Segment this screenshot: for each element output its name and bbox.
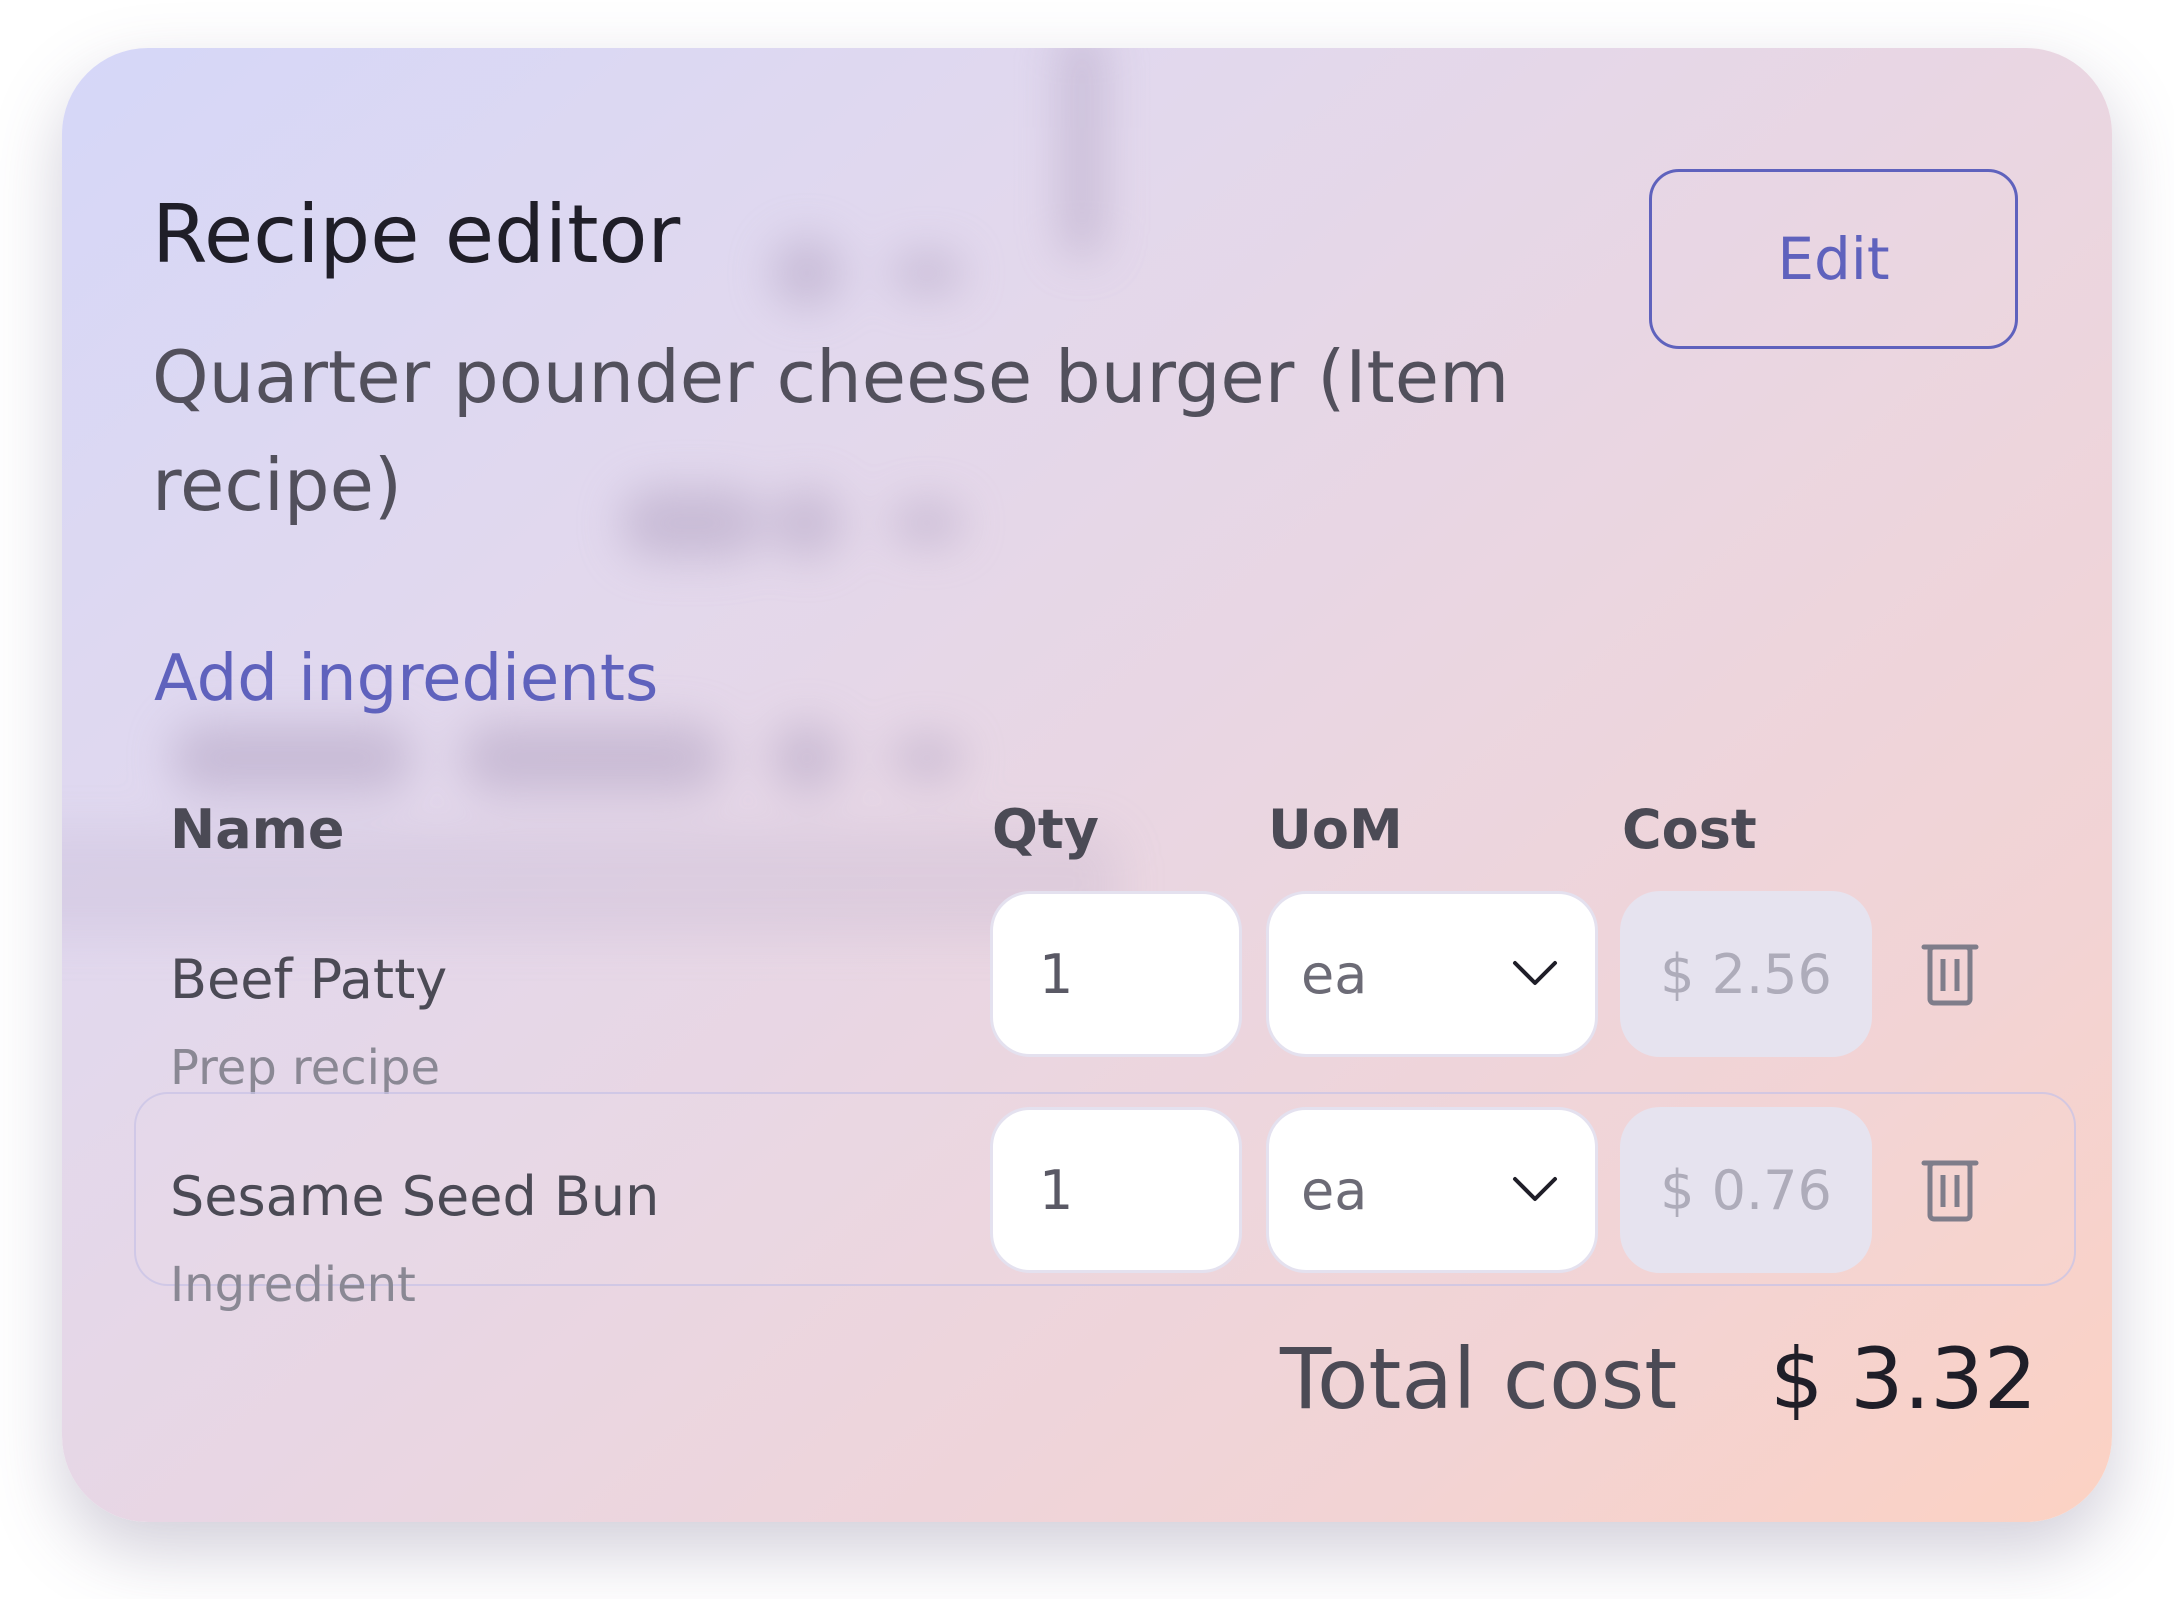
qty-value: 1 [1039, 942, 1074, 1006]
ingredient-type: Prep recipe [170, 1040, 440, 1096]
cost-value: $ 2.56 [1660, 942, 1832, 1006]
trash-icon[interactable] [1920, 939, 1980, 1007]
uom-value: ea [1301, 942, 1368, 1006]
chevron-down-icon [1511, 950, 1559, 998]
total-cost-label: Total cost [1280, 1330, 1678, 1428]
uom-select[interactable]: ea [1266, 1107, 1598, 1273]
cost-field: $ 2.56 [1620, 891, 1872, 1057]
edit-button[interactable]: Edit [1649, 169, 2018, 349]
column-header-uom: UoM [1268, 798, 1403, 861]
add-ingredients-link[interactable]: Add ingredients [154, 642, 658, 716]
ingredient-type: Ingredient [170, 1257, 416, 1313]
ingredient-name: Sesame Seed Bun [170, 1165, 660, 1228]
column-header-qty: Qty [992, 798, 1099, 861]
column-header-cost: Cost [1622, 798, 1757, 861]
cost-field: $ 0.76 [1620, 1107, 1872, 1273]
uom-value: ea [1301, 1158, 1368, 1222]
page-title: Recipe editor [152, 188, 681, 281]
ingredient-name: Beef Patty [170, 948, 448, 1011]
qty-input[interactable]: 1 [990, 1107, 1242, 1273]
column-header-name: Name [170, 798, 345, 861]
recipe-subtitle: Quarter pounder cheese burger (Item reci… [152, 335, 1510, 527]
cost-value: $ 0.76 [1660, 1158, 1832, 1222]
qty-input[interactable]: 1 [990, 891, 1242, 1057]
recipe-editor-card: Recipe editor Quarter pounder cheese bur… [62, 48, 2112, 1522]
qty-value: 1 [1039, 1158, 1074, 1222]
trash-icon[interactable] [1920, 1155, 1980, 1223]
chevron-down-icon [1511, 1166, 1559, 1214]
total-cost-value: $ 3.32 [1770, 1330, 2038, 1428]
uom-select[interactable]: ea [1266, 891, 1598, 1057]
